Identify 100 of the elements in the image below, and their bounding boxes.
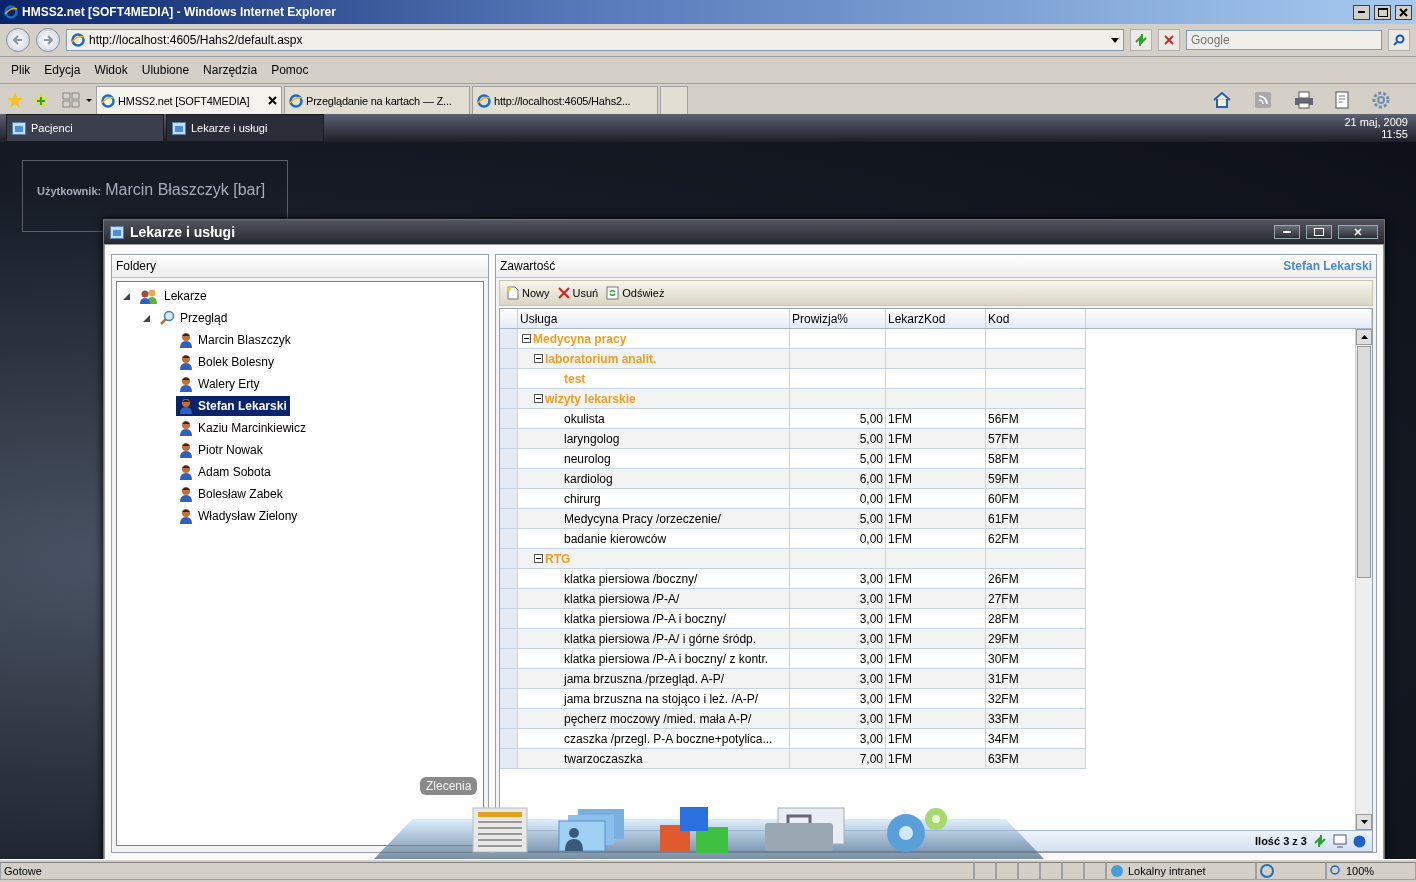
forward-button[interactable] <box>36 28 60 52</box>
star-icon[interactable] <box>6 91 24 109</box>
close-button[interactable] <box>1338 225 1378 239</box>
menu-item[interactable]: Widok <box>87 63 135 77</box>
collapse-icon[interactable] <box>534 354 543 363</box>
scroll-up-button[interactable] <box>1356 329 1372 345</box>
print-icon[interactable] <box>1294 91 1314 109</box>
back-button[interactable] <box>6 28 30 52</box>
table-cell: neurolog <box>518 449 790 469</box>
protected-mode-icon <box>1260 864 1274 878</box>
browser-tab[interactable]: Przeglądanie na kartach — Z... <box>284 86 470 114</box>
tree-item[interactable]: Piotr Nowak <box>176 440 266 460</box>
tree-item[interactable]: Przegląd <box>156 308 231 328</box>
table-cell: 28FM <box>986 609 1086 629</box>
table-cell: 30FM <box>986 649 1086 669</box>
new-tab-button[interactable] <box>660 86 688 114</box>
document-icon[interactable] <box>472 807 528 853</box>
stop-button[interactable] <box>1158 29 1180 51</box>
search-button[interactable] <box>1388 29 1410 51</box>
magnifier-icon <box>159 310 175 326</box>
table-cell: 57FM <box>986 429 1086 449</box>
expanded-arrow-icon[interactable] <box>143 314 150 322</box>
browser-tab[interactable]: HMSS2.net [SOFT4MEDIA] <box>96 86 282 114</box>
column-header[interactable]: LekarzKod <box>886 309 986 328</box>
table-cell: 1FM <box>886 729 986 749</box>
tree-item[interactable]: Walery Erty <box>176 374 263 394</box>
page-icon[interactable] <box>1334 91 1352 109</box>
table-cell: 3,00 <box>790 669 886 689</box>
zoom-icon[interactable] <box>1330 865 1342 877</box>
table-cell: 34FM <box>986 729 1086 749</box>
table-cell: 1FM <box>886 689 986 709</box>
column-header[interactable]: Prowizja% <box>790 309 886 328</box>
dropdown-icon[interactable] <box>1111 37 1119 43</box>
column-header[interactable]: Kod <box>986 309 1086 328</box>
app-tab[interactable]: Pacjenci <box>6 114 164 142</box>
status-pane <box>1040 862 1062 880</box>
export-icon[interactable] <box>1333 834 1347 848</box>
vertical-scrollbar[interactable] <box>1355 329 1372 830</box>
browser-icon <box>4 5 18 19</box>
maximize-icon <box>1314 228 1324 236</box>
app-tab[interactable]: Lekarze i usługi <box>166 114 324 142</box>
tree-item[interactable]: Bolek Bolesny <box>176 352 278 372</box>
toolbar-button[interactable]: Nowy <box>503 285 553 301</box>
search-field[interactable]: Google <box>1186 30 1382 50</box>
menu-item[interactable]: Ulubione <box>134 63 197 77</box>
table-cell: 1FM <box>886 749 986 769</box>
column-header[interactable]: Usługa <box>518 309 790 328</box>
table-cell: 0,00 <box>790 529 886 549</box>
panel-title: Foldery <box>116 259 156 273</box>
menu-item[interactable]: Pomoc <box>264 63 316 77</box>
table-cell: 1FM <box>886 569 986 589</box>
toolbar-button[interactable]: Odśwież <box>603 285 668 301</box>
table-cell: Medycyna Pracy /orzeczenie/ <box>518 509 790 529</box>
toolbox-icon[interactable] <box>764 807 848 853</box>
table-cell: 3,00 <box>790 729 886 749</box>
collapse-icon[interactable] <box>534 554 543 563</box>
scroll-thumb[interactable] <box>1357 346 1371 578</box>
expanded-arrow-icon[interactable] <box>123 292 130 300</box>
address-field[interactable]: http://localhost:4605/Hahs2/default.aspx <box>66 29 1124 51</box>
collapse-icon[interactable] <box>534 394 543 403</box>
maximize-icon <box>1377 7 1388 17</box>
tree-item[interactable]: Stefan Lekarski <box>176 396 290 416</box>
help-icon[interactable] <box>1353 834 1366 848</box>
collapse-icon[interactable] <box>522 334 531 343</box>
tree-item[interactable]: Kaziu Marcinkiewicz <box>176 418 310 438</box>
selected-doctor: Stefan Lekarski <box>1283 259 1372 273</box>
refresh-icon[interactable] <box>1313 834 1327 848</box>
tree-item[interactable]: Władysław Zielony <box>176 506 301 526</box>
close-button[interactable] <box>1395 4 1412 20</box>
browser-tab[interactable]: http://localhost:4605/Hahs2... <box>472 86 658 114</box>
refresh-button[interactable] <box>1130 29 1152 51</box>
tree-item[interactable]: Bolesław Zabek <box>176 484 286 504</box>
close-tab-icon[interactable] <box>268 96 277 105</box>
person-icon <box>179 420 193 436</box>
person-icon <box>179 332 193 348</box>
home-icon[interactable] <box>1212 90 1232 110</box>
tree-item[interactable]: Marcin Blaszczyk <box>176 330 294 350</box>
feed-icon[interactable] <box>1254 91 1272 109</box>
table-cell: 1FM <box>886 429 986 449</box>
window-icon <box>12 121 26 135</box>
maximize-button[interactable] <box>1374 4 1391 20</box>
window-icon <box>172 121 186 135</box>
zoom-level[interactable]: 100% <box>1346 865 1375 877</box>
browser-icon <box>477 93 491 108</box>
table-cell: 3,00 <box>790 589 886 609</box>
tree-item[interactable]: Adam Sobota <box>176 462 274 482</box>
menu-item[interactable]: Edycja <box>37 63 88 77</box>
table-cell: chirurg <box>518 489 790 509</box>
tree-item[interactable]: Lekarze <box>136 286 210 306</box>
status-pane <box>996 862 1018 880</box>
minimize-button[interactable] <box>1353 4 1370 20</box>
toolbar-button[interactable]: Usuń <box>554 286 602 300</box>
settings-icon[interactable] <box>1372 91 1390 109</box>
menu-item[interactable]: Narzędzia <box>196 63 265 77</box>
menu-item[interactable]: Plik <box>4 63 38 77</box>
add-favorite-icon[interactable] <box>32 91 50 109</box>
people-icon <box>139 288 159 304</box>
scroll-down-button[interactable] <box>1356 814 1372 830</box>
maximize-button[interactable] <box>1306 225 1332 239</box>
minimize-button[interactable] <box>1274 225 1300 239</box>
